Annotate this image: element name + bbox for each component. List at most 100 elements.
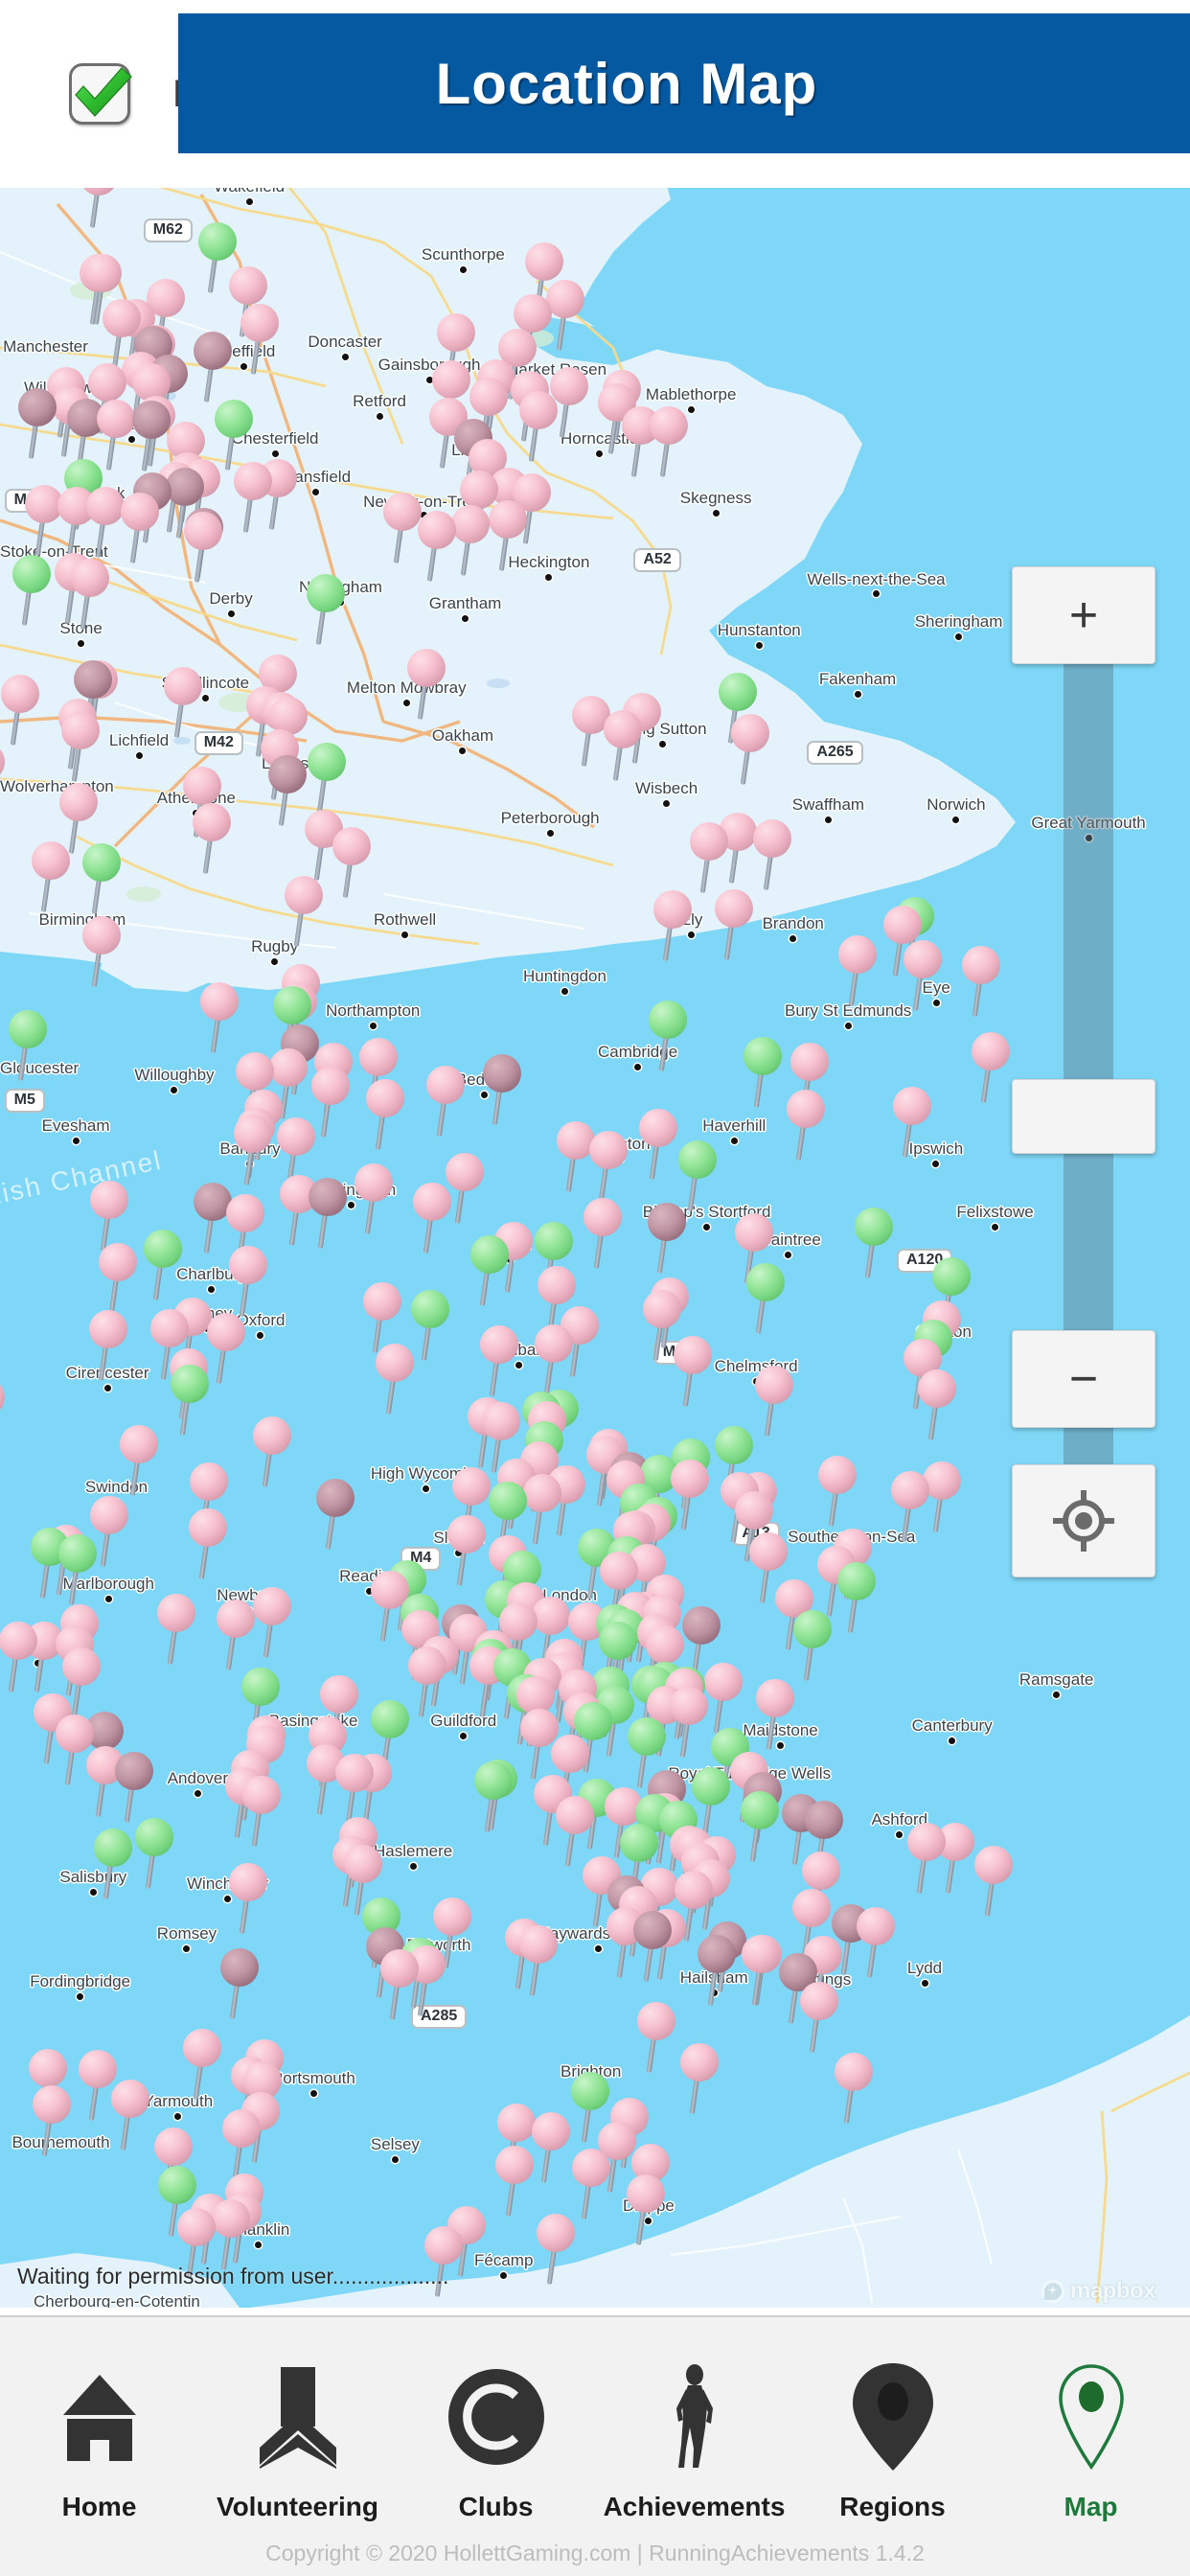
map-pin[interactable] xyxy=(626,2174,665,2245)
map-pin[interactable] xyxy=(744,1036,783,1108)
nav-item-home[interactable]: Home xyxy=(0,2317,198,2522)
map-pin[interactable] xyxy=(379,1948,419,2020)
map-pin[interactable] xyxy=(519,1925,559,1997)
map-pin[interactable] xyxy=(81,916,121,987)
map-pin[interactable] xyxy=(489,500,528,571)
zoom-slider-thumb[interactable] xyxy=(1012,1079,1156,1154)
map-pin[interactable] xyxy=(413,1183,452,1254)
map-pin[interactable] xyxy=(58,1533,98,1605)
map-pin[interactable] xyxy=(233,462,272,534)
map-pin[interactable] xyxy=(971,1032,1010,1103)
map-pin[interactable] xyxy=(308,1177,347,1249)
map-pin[interactable] xyxy=(518,390,558,462)
map-pin[interactable] xyxy=(714,888,753,960)
map-pin[interactable] xyxy=(537,2213,576,2285)
map-pin[interactable] xyxy=(61,710,101,782)
map-pin[interactable] xyxy=(365,1079,404,1150)
map-pin[interactable] xyxy=(268,754,308,826)
map-pin[interactable] xyxy=(690,821,729,893)
map-pin[interactable] xyxy=(284,876,323,948)
map-pin[interactable] xyxy=(584,1197,623,1269)
map-pin[interactable] xyxy=(200,981,240,1053)
map-pin[interactable] xyxy=(571,2148,610,2220)
map-pin[interactable] xyxy=(88,1310,127,1381)
map-pin[interactable] xyxy=(310,1066,350,1138)
map-pin[interactable] xyxy=(903,939,942,1011)
map-pin[interactable] xyxy=(522,1473,561,1545)
map-pin[interactable] xyxy=(253,1586,292,1658)
map-pin[interactable] xyxy=(157,1594,196,1665)
map-pin[interactable] xyxy=(753,819,792,891)
map-pin[interactable] xyxy=(31,841,70,912)
map-pin[interactable] xyxy=(215,400,254,472)
map-pin[interactable] xyxy=(799,1982,838,2054)
geolocate-button[interactable] xyxy=(1012,1464,1156,1577)
map-pin[interactable] xyxy=(229,1863,268,1934)
map-pin[interactable] xyxy=(0,743,5,814)
map-pin[interactable] xyxy=(170,1365,209,1437)
map-pin[interactable] xyxy=(469,1235,509,1307)
map-pin[interactable] xyxy=(698,1935,736,2007)
map-pin[interactable] xyxy=(647,1203,686,1274)
nav-item-volunteering[interactable]: Volunteering xyxy=(198,2317,397,2522)
nav-item-regions[interactable]: Regions xyxy=(793,2317,992,2522)
map-pin[interactable] xyxy=(650,405,689,477)
location-map[interactable]: BurnleyWakefieldScunthorpeDoncasterGains… xyxy=(0,108,1190,2308)
map-pin[interactable] xyxy=(164,666,203,738)
map-pin[interactable] xyxy=(135,1818,174,1890)
map-pin[interactable] xyxy=(892,1087,931,1158)
map-pin[interactable] xyxy=(306,574,345,646)
map-pin[interactable] xyxy=(531,2112,570,2183)
map-pin[interactable] xyxy=(143,1230,182,1301)
map-pin[interactable] xyxy=(417,510,456,582)
map-pin[interactable] xyxy=(216,1598,255,1670)
map-pin[interactable] xyxy=(411,1289,450,1361)
zoom-out-button[interactable]: − xyxy=(1012,1330,1156,1428)
map-pin[interactable] xyxy=(588,1131,628,1202)
map-pin[interactable] xyxy=(482,1053,521,1125)
map-pin[interactable] xyxy=(240,304,280,376)
map-pin[interactable] xyxy=(211,2198,250,2270)
map-pin[interactable] xyxy=(603,709,642,781)
map-pin[interactable] xyxy=(335,1753,375,1825)
map-pin[interactable] xyxy=(70,559,109,630)
map-pin[interactable] xyxy=(703,1662,743,1734)
map-pin[interactable] xyxy=(8,1009,47,1081)
map-pin[interactable] xyxy=(818,1456,858,1528)
map-pin[interactable] xyxy=(495,2145,535,2217)
map-pin[interactable] xyxy=(252,1415,291,1487)
map-pin[interactable] xyxy=(857,1906,896,1978)
map-pin[interactable] xyxy=(673,1335,712,1407)
map-pin[interactable] xyxy=(962,946,1001,1017)
map-pin[interactable] xyxy=(11,554,51,626)
map-pin[interactable] xyxy=(837,1562,877,1634)
map-pin[interactable] xyxy=(906,1822,946,1894)
map-pin[interactable] xyxy=(474,1760,514,1832)
mapbox-attribution[interactable]: mapbox xyxy=(1041,2278,1156,2305)
map-pin[interactable] xyxy=(756,1679,795,1751)
nav-item-map[interactable]: Map xyxy=(992,2317,1190,2522)
map-pin[interactable] xyxy=(114,1751,153,1823)
map-pin[interactable] xyxy=(234,1115,273,1186)
map-pin[interactable] xyxy=(183,2028,222,2100)
map-pin[interactable] xyxy=(93,1828,132,1900)
map-pin[interactable] xyxy=(81,842,121,914)
map-pin[interactable] xyxy=(315,1478,355,1550)
map-pin[interactable] xyxy=(189,1508,228,1580)
map-pin[interactable] xyxy=(184,511,223,583)
map-pin[interactable] xyxy=(834,2052,873,2124)
map-pin[interactable] xyxy=(786,1089,825,1161)
map-pin[interactable] xyxy=(649,1000,688,1072)
map-pin[interactable] xyxy=(0,1377,6,1449)
map-pin[interactable] xyxy=(740,1791,779,1863)
map-pin[interactable] xyxy=(376,1343,415,1414)
map-pin[interactable] xyxy=(677,1140,717,1212)
map-pin[interactable] xyxy=(891,1470,930,1542)
map-pin[interactable] xyxy=(670,1686,709,1758)
map-pin[interactable] xyxy=(18,388,57,460)
map-pin[interactable] xyxy=(639,1109,677,1180)
map-pin[interactable] xyxy=(0,1622,37,1693)
map-pin[interactable] xyxy=(408,1646,447,1718)
map-pin[interactable] xyxy=(332,827,372,898)
zoom-in-button[interactable]: + xyxy=(1012,566,1156,664)
